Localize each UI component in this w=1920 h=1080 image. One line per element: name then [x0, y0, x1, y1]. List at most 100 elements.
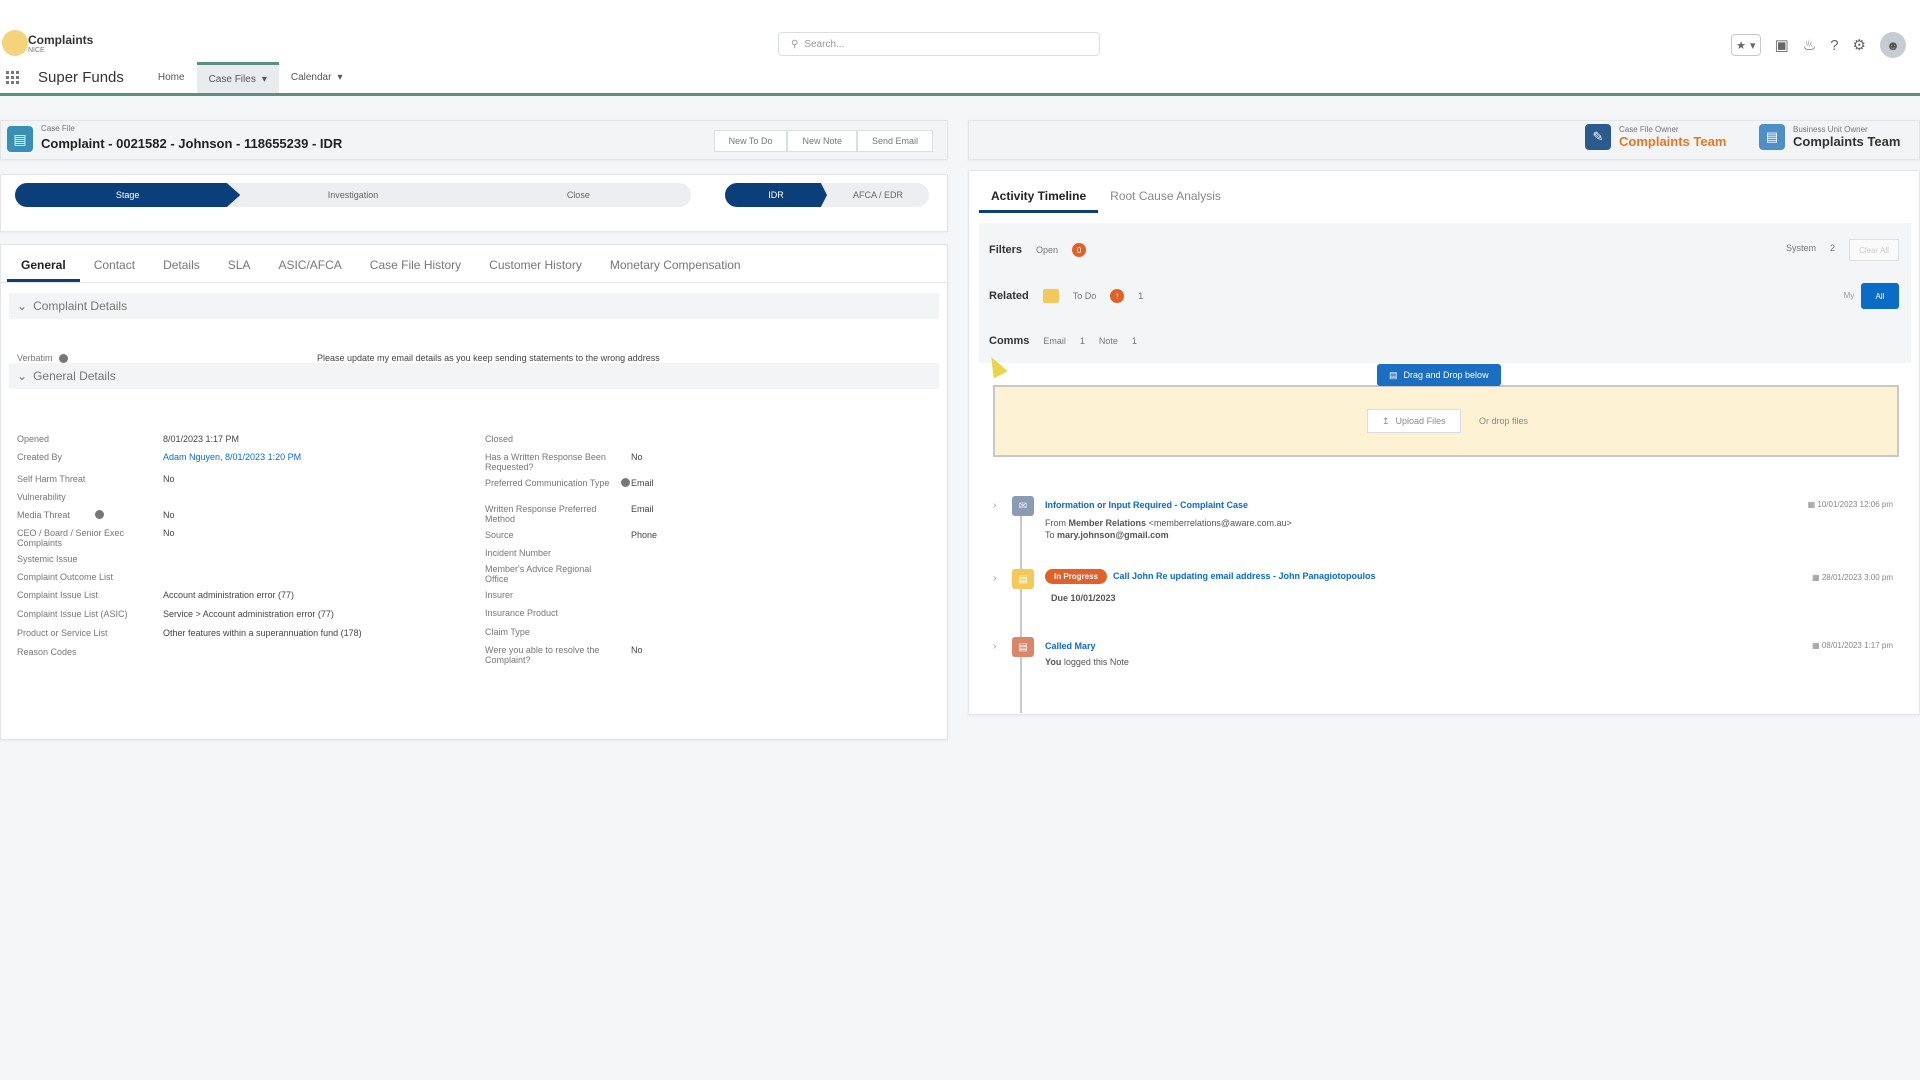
help-icon[interactable]: ?: [1830, 37, 1838, 54]
send-email-button[interactable]: Send Email: [856, 130, 933, 152]
nav-calendar[interactable]: Calendar ▾: [279, 62, 355, 93]
activity-tabs: Activity Timeline Root Cause Analysis: [969, 171, 1919, 213]
todo-icon: [1042, 289, 1059, 303]
stage-afca[interactable]: AFCA / EDR: [827, 183, 929, 207]
global-search[interactable]: ⚲ Search...: [778, 32, 1100, 56]
date-text: 08/01/2023 1:17 pm: [1821, 641, 1893, 650]
tab-sla[interactable]: SLA: [214, 258, 265, 282]
field-label: Product or Service List: [17, 628, 108, 638]
from-name: Member Relations: [1068, 518, 1147, 528]
expand-icon[interactable]: ▦: [1812, 573, 1820, 582]
from-prefix: From: [1045, 518, 1066, 528]
field-value: Other features within a superannuation f…: [163, 628, 362, 638]
field-label: Opened: [17, 434, 50, 444]
case-file-icon: ▤: [7, 126, 33, 152]
info-icon[interactable]: [58, 354, 68, 364]
chevron-down-icon[interactable]: ▾: [262, 74, 267, 85]
chevron-right-icon[interactable]: ›: [993, 573, 996, 584]
detail-tabs: General Contact Details SLA ASIC/AFCA Ca…: [1, 245, 947, 283]
timeline-item-email: › ✉ Information or Input Required - Comp…: [993, 496, 1893, 546]
field-label: Verbatim: [17, 353, 157, 364]
nav-label: Home: [157, 72, 185, 83]
timeline-title[interactable]: Information or Input Required - Complain…: [1045, 500, 1248, 510]
timeline-to: To mary.johnson@gmail.com: [1045, 530, 1169, 540]
all-toggle[interactable]: All: [1861, 283, 1899, 309]
tab-monetary-compensation[interactable]: Monetary Compensation: [596, 258, 755, 282]
tab-activity-timeline[interactable]: Activity Timeline: [979, 189, 1099, 213]
activity-filters: Filters Open 0 Related To Do ! 1 Comms E…: [979, 223, 1911, 363]
owner-label: Case File Owner: [1619, 125, 1679, 134]
chevron-down-icon: ⌄: [17, 299, 28, 313]
comms-label: Comms: [989, 335, 1030, 347]
user-icon: ☻: [1886, 37, 1900, 53]
timeline-title[interactable]: Call John Re updating email address - Jo…: [1113, 571, 1376, 581]
app-launcher-icon[interactable]: [6, 70, 20, 85]
filter-todo[interactable]: To Do: [1073, 291, 1097, 301]
nav-case-files[interactable]: Case Files ▾: [196, 62, 279, 93]
label-text: Verbatim: [17, 353, 53, 363]
nav-home[interactable]: Home: [146, 62, 197, 93]
activity-panel: Activity Timeline Root Cause Analysis Fi…: [968, 170, 1920, 715]
tab-details[interactable]: Details: [149, 258, 214, 282]
info-icon[interactable]: [95, 510, 104, 519]
filter-email[interactable]: Email: [1043, 336, 1066, 346]
stage-investigation[interactable]: Investigation: [240, 183, 465, 207]
owner-value[interactable]: Complaints Team: [1793, 134, 1900, 149]
timeline-title[interactable]: Called Mary: [1045, 641, 1096, 651]
stage-current[interactable]: Stage: [15, 183, 241, 207]
expand-icon[interactable]: ▦: [1808, 500, 1816, 509]
field-label: Vulnerability: [17, 492, 66, 502]
expand-icon[interactable]: ▦: [1812, 641, 1820, 650]
notifications-icon[interactable]: ♨: [1803, 36, 1816, 54]
stage-idr[interactable]: IDR: [725, 183, 827, 207]
field-label: Systemic Issue: [17, 554, 78, 564]
avatar[interactable]: ☻: [1880, 32, 1906, 58]
new-todo-button[interactable]: New To Do: [713, 130, 788, 152]
section-general-details[interactable]: ⌄ General Details: [9, 363, 939, 389]
tab-case-file-history[interactable]: Case File History: [356, 258, 475, 282]
new-note-button[interactable]: New Note: [787, 130, 857, 152]
tab-contact[interactable]: Contact: [80, 258, 149, 282]
drag-drop-label: Drag and Drop below: [1403, 370, 1489, 380]
tab-root-cause-analysis[interactable]: Root Cause Analysis: [1098, 189, 1233, 213]
system-filter[interactable]: System 2: [1786, 243, 1835, 253]
timeline-date: ▦ 28/01/2023 3:00 pm: [1812, 573, 1893, 582]
field-value: Phone: [631, 530, 658, 540]
field-value: No: [631, 645, 643, 655]
favorites-button[interactable]: ★ ▾: [1731, 34, 1761, 56]
chevron-down-icon[interactable]: ▾: [337, 72, 342, 83]
logged-by: You: [1045, 657, 1062, 667]
clear-all-button[interactable]: Clear All: [1849, 239, 1899, 261]
field-value[interactable]: Adam Nguyen, 8/01/2023 1:20 PM: [163, 452, 423, 462]
timeline-item-task: › ▤ In Progress Call John Re updating ema…: [993, 569, 1893, 609]
global-actions-icon[interactable]: ▣: [1775, 36, 1789, 54]
field-label: Preferred Communication Type: [485, 478, 610, 488]
chevron-right-icon[interactable]: ›: [993, 500, 996, 511]
filter-note[interactable]: Note: [1099, 336, 1118, 346]
gear-icon[interactable]: ⚙: [1853, 36, 1866, 54]
upload-icon: ↥: [1382, 415, 1390, 426]
field-label: Complaint Issue List: [17, 590, 99, 600]
related-label: Related: [989, 290, 1029, 302]
field-label: Incident Number: [485, 548, 552, 558]
chevron-down-icon: ▾: [1750, 39, 1756, 52]
field-value: Email: [631, 504, 654, 514]
email-icon: ✉: [1012, 496, 1034, 516]
info-icon[interactable]: [621, 478, 630, 487]
upload-files-button[interactable]: ↥ Upload Files: [1367, 409, 1461, 433]
date-text: 28/01/2023 3:00 pm: [1821, 573, 1893, 582]
owner-value[interactable]: Complaints Team: [1619, 134, 1726, 149]
chevron-right-icon[interactable]: ›: [993, 641, 996, 652]
tab-general[interactable]: General: [7, 258, 80, 282]
search-placeholder: Search...: [804, 38, 845, 50]
owner-label: Business Unit Owner: [1793, 125, 1868, 134]
stage-close[interactable]: Close: [466, 183, 691, 207]
header-icons: ★ ▾ ▣ ♨ ? ⚙ ☻: [1731, 32, 1906, 58]
file-drop-zone[interactable]: ↥ Upload Files Or drop files: [993, 385, 1899, 457]
to-prefix: To: [1045, 530, 1055, 540]
tab-asic-afca[interactable]: ASIC/AFCA: [264, 258, 355, 282]
section-complaint-details[interactable]: ⌄ Complaint Details: [9, 293, 939, 319]
tab-customer-history[interactable]: Customer History: [475, 258, 596, 282]
filter-open[interactable]: Open: [1036, 245, 1058, 255]
timeline-date: ▦ 08/01/2023 1:17 pm: [1812, 641, 1893, 650]
